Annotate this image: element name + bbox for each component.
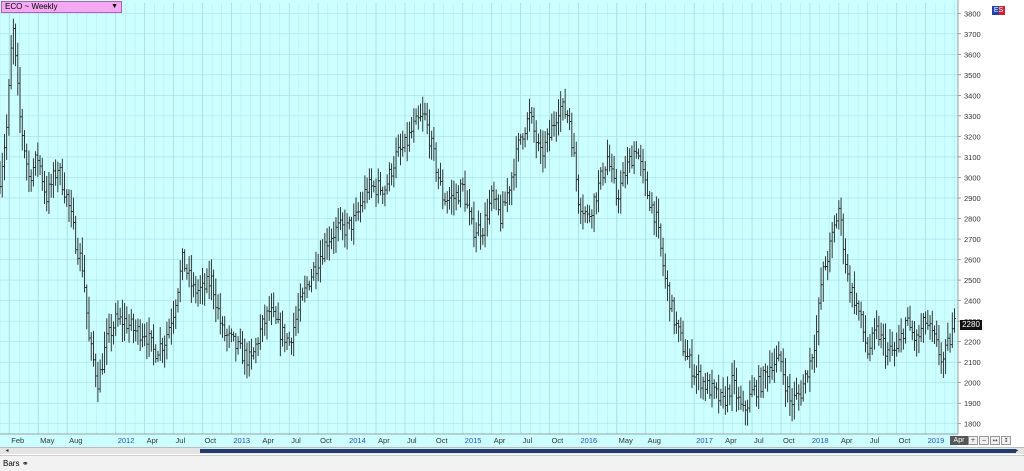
y-tick-label: 2600 bbox=[964, 256, 981, 265]
date-badge: Apr bbox=[950, 436, 968, 445]
x-tick-label: 2015 bbox=[465, 436, 482, 445]
price-chart[interactable]: 1800190020002100220023002400250026002700… bbox=[0, 0, 1024, 447]
y-tick-label: 3100 bbox=[964, 153, 981, 162]
zoom-buttons: + − ↔ ↕ bbox=[968, 436, 1012, 445]
x-tick-label: Apr bbox=[494, 436, 506, 445]
scroll-left-icon[interactable]: ◂ bbox=[2, 448, 12, 454]
x-tick-label: Apr bbox=[725, 436, 737, 445]
zoom-out-button[interactable]: − bbox=[979, 436, 989, 445]
y-tick-label: 3000 bbox=[964, 173, 981, 182]
horizontal-scrollbar[interactable]: ◂ ▸ bbox=[0, 447, 1024, 454]
x-tick-label: 2019 bbox=[928, 436, 945, 445]
x-tick-label: Apr bbox=[147, 436, 159, 445]
y-tick-label: 2200 bbox=[964, 338, 981, 347]
x-tick-label: Oct bbox=[899, 436, 912, 445]
x-tick-label: Aug bbox=[648, 436, 661, 445]
flag-text: ES bbox=[993, 7, 1004, 14]
x-tick-label: 2017 bbox=[696, 436, 713, 445]
y-tick-label: 2400 bbox=[964, 297, 981, 306]
x-tick-label: 2012 bbox=[118, 436, 135, 445]
y-tick-label: 2800 bbox=[964, 215, 981, 224]
y-tick-label: 2900 bbox=[964, 194, 981, 203]
scroll-right-icon[interactable]: ▸ bbox=[1012, 448, 1022, 454]
y-tick-label: 1800 bbox=[964, 420, 981, 429]
x-tick-label: Apr bbox=[841, 436, 853, 445]
y-tick-label: 2700 bbox=[964, 235, 981, 244]
x-tick-label: Oct bbox=[320, 436, 333, 445]
x-tick-label: 2013 bbox=[233, 436, 250, 445]
x-tick-label: Feb bbox=[11, 436, 24, 445]
x-tick-label: Jul bbox=[754, 436, 764, 445]
x-tick-label: Jul bbox=[176, 436, 186, 445]
x-tick-label: Oct bbox=[204, 436, 217, 445]
symbol-selector[interactable]: ECO ~ Weekly ▼ bbox=[1, 1, 122, 13]
x-tick-label: 2014 bbox=[349, 436, 366, 445]
y-tick-label: 3300 bbox=[964, 112, 981, 121]
x-tick-label: Jul bbox=[291, 436, 301, 445]
glasses-icon: ⚭ bbox=[22, 459, 29, 468]
y-tick-label: 2500 bbox=[964, 276, 981, 285]
y-tick-label: 3400 bbox=[964, 91, 981, 100]
zoom-in-button[interactable]: + bbox=[968, 436, 978, 445]
y-tick-label: 2100 bbox=[964, 358, 981, 367]
tab-bars-label: Bars bbox=[3, 459, 20, 468]
x-tick-label: Apr bbox=[262, 436, 274, 445]
x-tick-label: Jul bbox=[407, 436, 417, 445]
x-tick-label: Apr bbox=[378, 436, 390, 445]
flag-icon[interactable]: ES bbox=[992, 6, 1005, 15]
y-tick-label: 3500 bbox=[964, 71, 981, 80]
x-tick-label: 2016 bbox=[581, 436, 598, 445]
x-tick-label: May bbox=[619, 436, 633, 445]
chart-window: 1800190020002100220023002400250026002700… bbox=[0, 0, 1024, 471]
zoom-vertical-button[interactable]: ↕ bbox=[1001, 436, 1011, 445]
y-tick-label: 3600 bbox=[964, 50, 981, 59]
last-price-marker: 2280 bbox=[960, 320, 982, 330]
x-tick-label: 2018 bbox=[812, 436, 829, 445]
scroll-thumb[interactable] bbox=[200, 449, 1016, 453]
y-tick-label: 2000 bbox=[964, 379, 981, 388]
x-tick-label: Oct bbox=[552, 436, 565, 445]
y-tick-label: 3800 bbox=[964, 9, 981, 18]
y-tick-label: 3700 bbox=[964, 30, 981, 39]
symbol-label: ECO ~ Weekly bbox=[5, 2, 58, 11]
x-tick-label: Oct bbox=[783, 436, 796, 445]
chevron-down-icon: ▼ bbox=[111, 3, 118, 10]
x-tick-label: Aug bbox=[69, 436, 82, 445]
chart-tab-bar: Bars ⚭ bbox=[0, 455, 1024, 471]
y-tick-label: 3200 bbox=[964, 132, 981, 141]
tab-bars[interactable]: Bars ⚭ bbox=[3, 458, 35, 470]
x-tick-label: Jul bbox=[523, 436, 533, 445]
x-tick-label: Jul bbox=[870, 436, 880, 445]
zoom-horizontal-button[interactable]: ↔ bbox=[990, 436, 1000, 445]
x-tick-label: Oct bbox=[436, 436, 449, 445]
x-tick-label: May bbox=[40, 436, 54, 445]
y-tick-label: 1900 bbox=[964, 399, 981, 408]
